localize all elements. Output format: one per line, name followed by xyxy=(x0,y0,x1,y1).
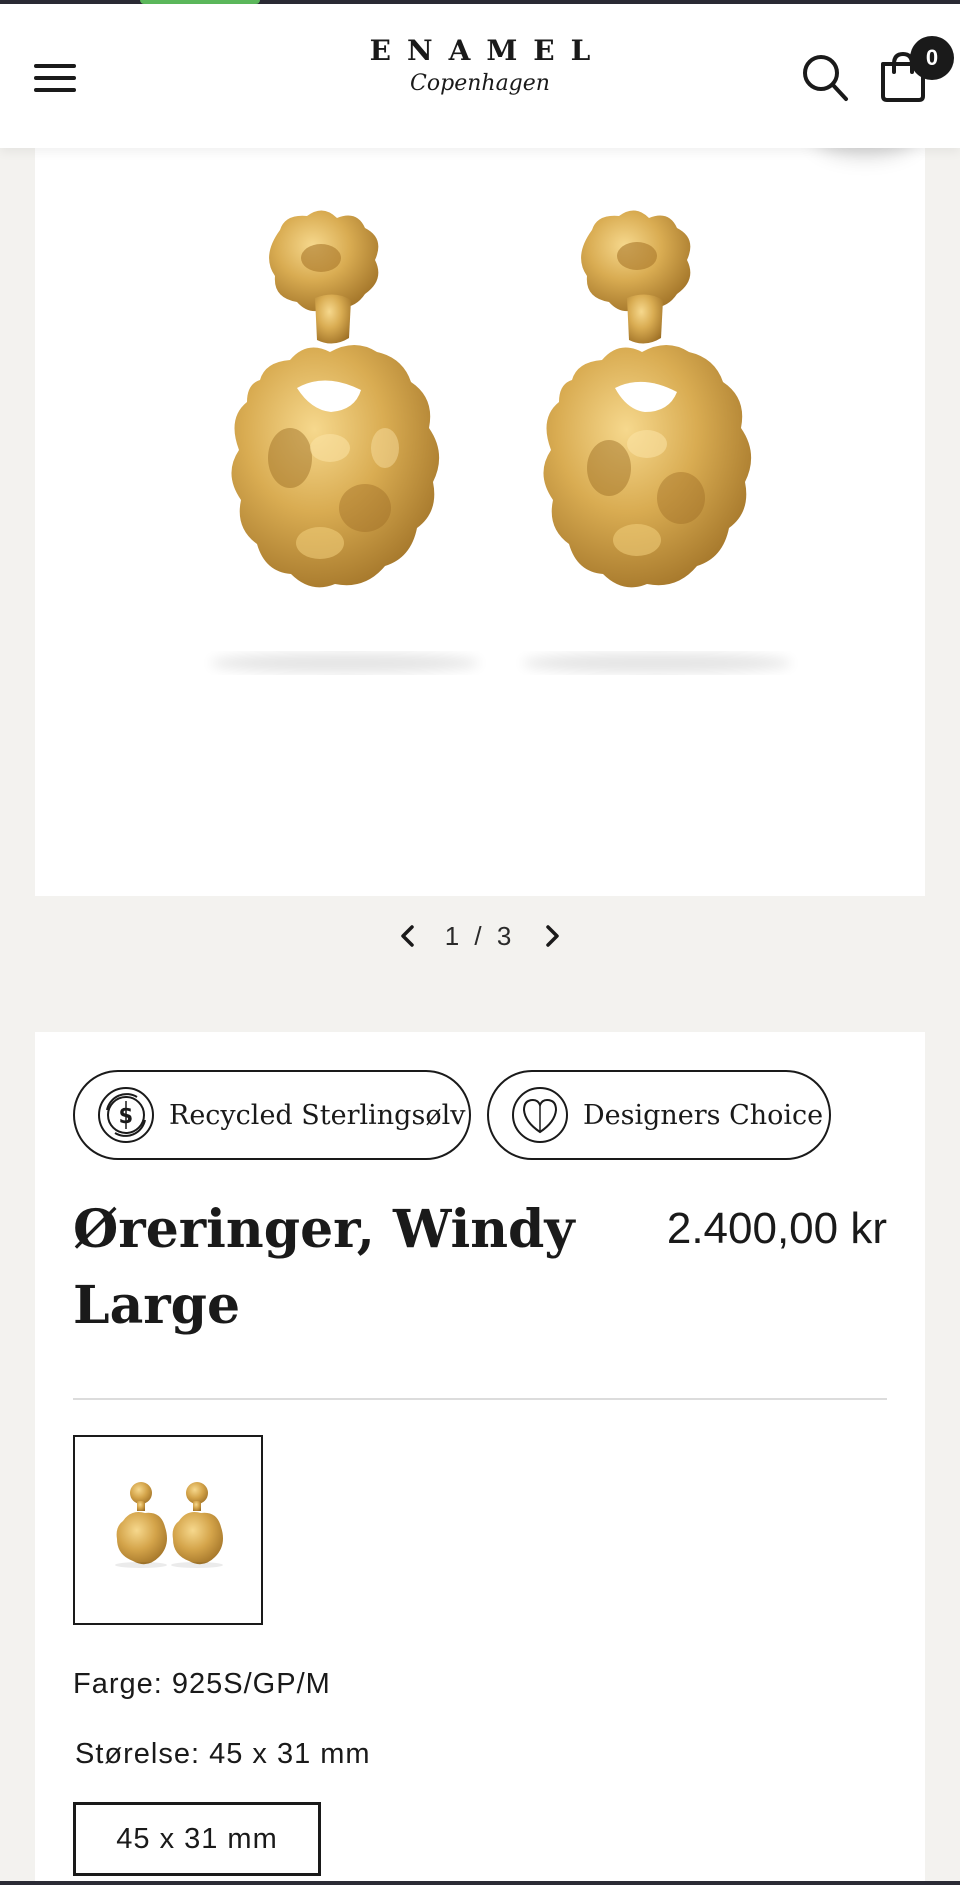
menu-button[interactable] xyxy=(34,62,78,94)
size-attribute: Størelse: 45 x 31 mm xyxy=(75,1738,371,1771)
product-info: S Recycled Sterlingsølv Designers Choice… xyxy=(35,1032,925,1885)
badge-label: Recycled Sterlingsølv xyxy=(169,1099,466,1131)
cart-count-badge: 0 xyxy=(910,36,954,80)
search-button[interactable] xyxy=(800,52,850,104)
chevron-right-icon xyxy=(546,925,560,947)
product-price: 2.400,00 kr xyxy=(666,1204,887,1253)
gallery-pager: 1 / 3 xyxy=(380,918,580,954)
next-image-button[interactable] xyxy=(537,921,567,951)
badge-recycled-silver[interactable]: S Recycled Sterlingsølv xyxy=(73,1070,471,1160)
badge-designers-choice[interactable]: Designers Choice xyxy=(487,1070,831,1160)
earrings-product-image xyxy=(210,210,792,673)
logo-city: Copenhagen xyxy=(410,71,550,96)
divider xyxy=(73,1398,887,1400)
site-header: ENAMEL Copenhagen 0 xyxy=(0,4,960,148)
variant-swatch-selected[interactable] xyxy=(73,1435,263,1625)
chevron-left-icon xyxy=(400,925,414,947)
search-icon xyxy=(803,55,848,101)
heart-shield-icon xyxy=(512,1087,568,1143)
color-label: Farge: xyxy=(73,1668,163,1700)
product-title: Øreringer, Windy Large xyxy=(73,1199,575,1336)
hamburger-menu-icon xyxy=(34,64,76,68)
size-label: Størelse: xyxy=(75,1738,201,1770)
earrings-thumbnail xyxy=(115,1482,223,1568)
badge-label: Designers Choice xyxy=(583,1099,824,1131)
color-attribute: Farge: 925S/GP/M xyxy=(73,1668,331,1701)
brand-logo[interactable]: ENAMEL Copenhagen xyxy=(330,34,630,96)
size-value: 45 x 31 mm xyxy=(209,1738,371,1770)
pager-counter: 1 / 3 xyxy=(444,920,516,951)
color-value: 925S/GP/M xyxy=(171,1668,331,1700)
recycled-silver-icon: S xyxy=(98,1087,154,1143)
logo-brand: ENAMEL xyxy=(369,34,607,67)
product-image-gallery[interactable] xyxy=(35,148,925,896)
bottom-edge xyxy=(0,1881,960,1885)
size-option-button[interactable]: 45 x 31 mm xyxy=(73,1802,321,1876)
previous-image-button[interactable] xyxy=(393,921,423,951)
